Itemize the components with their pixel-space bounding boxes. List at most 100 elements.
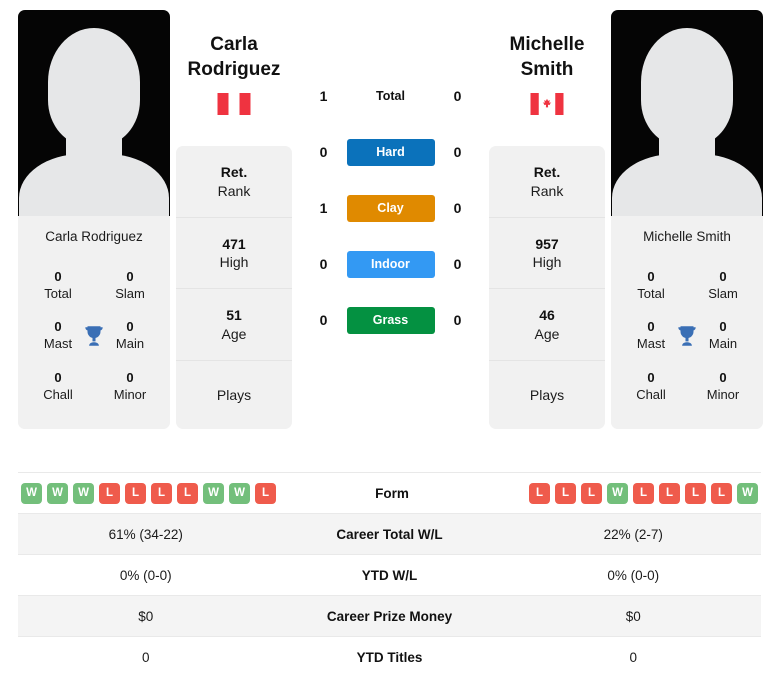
title-slam-left: 0 Slam <box>102 268 158 302</box>
player-left-flag-wrap <box>176 93 292 116</box>
player-left-rank-card: Ret. Rank 471 High 51 Age Plays <box>176 146 292 430</box>
form-badge-loss: L <box>633 482 654 504</box>
h2h-hard-left-score: 0 <box>319 144 328 160</box>
form-badge-loss: L <box>581 482 602 504</box>
titles-row-mast-main: 0 Mast 0 Main <box>611 312 763 362</box>
rank-cell-rank-left: Ret. Rank <box>176 146 292 218</box>
form-badge-loss: L <box>555 482 576 504</box>
h2h-row-total: 1 Total 0 <box>298 68 483 124</box>
rank-cell-age-right: 46 Age <box>489 289 605 361</box>
stat-label-ytd-titles: YTD Titles <box>356 649 423 665</box>
title-slam-label: Slam <box>115 286 145 302</box>
player-left-card[interactable]: Carla Rodriguez 0 Total 0 Slam 0 Mast 0 … <box>18 10 170 429</box>
ytd-wl-right: 0% (0-0) <box>607 567 660 583</box>
avatar-placeholder-icon <box>18 10 170 216</box>
form-badge-win: W <box>21 482 42 504</box>
title-chall-value: 0 <box>54 369 62 385</box>
form-badge-win: W <box>47 482 68 504</box>
form-left-cell: WWWLLLLWWL <box>18 482 276 504</box>
stat-row-form: WWWLLLLWWL Form LLLWLLLLW <box>18 472 761 513</box>
form-badge-loss: L <box>529 482 550 504</box>
title-chall-left: 0 Chall <box>30 369 86 403</box>
rank-cell-rank-right: Ret. Rank <box>489 146 605 218</box>
plays-label: Plays <box>529 386 565 403</box>
high-label: High <box>532 254 562 271</box>
rank-cell-high-left: 471 High <box>176 218 292 290</box>
form-badge-win: W <box>73 482 94 504</box>
form-badges-left: WWWLLLLWWL <box>21 482 276 504</box>
surface-badge-clay[interactable]: Clay <box>346 194 435 222</box>
form-badge-win: W <box>229 482 250 504</box>
title-mast-label: Mast <box>636 336 666 352</box>
h2h-total-label: Total <box>376 89 405 103</box>
player-left-avatar-column: Carla Rodriguez 0 Total 0 Slam 0 Mast 0 … <box>18 10 170 429</box>
titles-row-chall-minor: 0 Chall 0 Minor <box>611 363 763 413</box>
stat-row-career-total-wl: 61% (34-22) Career Total W/L 22% (2-7) <box>18 513 761 554</box>
h2h-indoor-left-score: 0 <box>319 256 328 272</box>
age-value: 51 <box>226 307 242 324</box>
form-right-cell: LLLWLLLLW <box>508 482 761 504</box>
titles-row-total-slam: 0 Total 0 Slam <box>611 262 763 312</box>
title-chall-value: 0 <box>647 369 655 385</box>
ytd-wl-left: 0% (0-0) <box>119 567 172 583</box>
high-label: High <box>219 254 249 271</box>
h2h-clay-right-score: 0 <box>453 200 462 216</box>
title-mast-right: 0 Mast <box>623 318 679 352</box>
title-total-label: Total <box>637 286 665 302</box>
title-minor-label: Minor <box>706 386 740 402</box>
title-minor-right: 0 Minor <box>695 369 751 403</box>
player-right-firstname: Michelle <box>509 34 585 55</box>
stat-label-career-total-wl: Career Total W/L <box>336 526 443 542</box>
high-value: 957 <box>535 235 559 252</box>
form-badges-right: LLLWLLLLW <box>529 482 758 504</box>
form-badge-loss: L <box>659 482 680 504</box>
plays-label: Plays <box>216 386 252 403</box>
title-chall-right: 0 Chall <box>623 369 679 403</box>
title-minor-left: 0 Minor <box>102 369 158 403</box>
form-badge-loss: L <box>177 482 198 504</box>
high-value: 471 <box>222 235 246 252</box>
surface-badge-grass[interactable]: Grass <box>346 306 435 334</box>
stat-label-form: Form <box>375 485 409 501</box>
player-left-firstname: Carla <box>210 34 258 55</box>
player-right-titles-grid: 0 Total 0 Slam 0 Mast 0 Main 0 Chall 0 M… <box>611 258 763 429</box>
form-badge-win: W <box>203 482 224 504</box>
titles-row-chall-minor: 0 Chall 0 Minor <box>18 363 170 413</box>
rank-cell-plays-right: Plays <box>489 361 605 429</box>
h2h-row-grass: 0 Grass 0 <box>298 292 483 348</box>
trophy-icon <box>678 326 696 347</box>
player-right-card[interactable]: Michelle Smith 0 Total 0 Slam 0 Mast 0 M… <box>611 10 763 429</box>
h2h-row-hard: 0 Hard 0 <box>298 124 483 180</box>
age-label: Age <box>221 325 247 342</box>
title-total-right: 0 Total <box>623 268 679 302</box>
title-slam-label: Slam <box>708 286 738 302</box>
rank-value: Ret. <box>533 164 561 181</box>
title-main-label: Main <box>115 336 145 352</box>
player-left-titles-grid: 0 Total 0 Slam 0 Mast 0 Main 0 Chall 0 M… <box>18 258 170 429</box>
form-badge-win: W <box>737 482 758 504</box>
head-to-head-panel: 1 Total 0 0 Hard 0 1 Clay 0 0 Indoor 0 0… <box>298 10 483 348</box>
h2h-total-right-score: 0 <box>453 88 462 104</box>
title-minor-label: Minor <box>113 386 147 402</box>
rank-label: Rank <box>530 182 564 199</box>
title-main-right: 0 Main <box>695 318 751 352</box>
h2h-total-left-score: 1 <box>319 88 328 104</box>
flag-peru-icon <box>217 93 251 116</box>
h2h-row-indoor: 0 Indoor 0 <box>298 236 483 292</box>
h2h-clay-badge-wrap: Clay <box>342 194 440 222</box>
title-main-left: 0 Main <box>102 318 158 352</box>
player-left-info-column: Carla Rodriguez Ret. Rank 471 High 51 Ag… <box>176 10 292 430</box>
title-slam-value: 0 <box>719 269 727 284</box>
form-badge-loss: L <box>711 482 732 504</box>
player-left-name-label: Carla Rodriguez <box>18 216 170 258</box>
age-label: Age <box>534 325 560 342</box>
player-right-avatar-column: Michelle Smith 0 Total 0 Slam 0 Mast 0 M… <box>611 10 763 429</box>
surface-badge-hard[interactable]: Hard <box>346 138 435 166</box>
surface-badge-indoor[interactable]: Indoor <box>346 250 435 278</box>
title-main-label: Main <box>708 336 738 352</box>
h2h-indoor-badge-wrap: Indoor <box>342 250 440 278</box>
form-badge-loss: L <box>685 482 706 504</box>
stat-row-ytd-wl: 0% (0-0) YTD W/L 0% (0-0) <box>18 554 761 595</box>
stat-row-career-prize-money: $0 Career Prize Money $0 <box>18 595 761 636</box>
titles-row-mast-main: 0 Mast 0 Main <box>18 312 170 362</box>
